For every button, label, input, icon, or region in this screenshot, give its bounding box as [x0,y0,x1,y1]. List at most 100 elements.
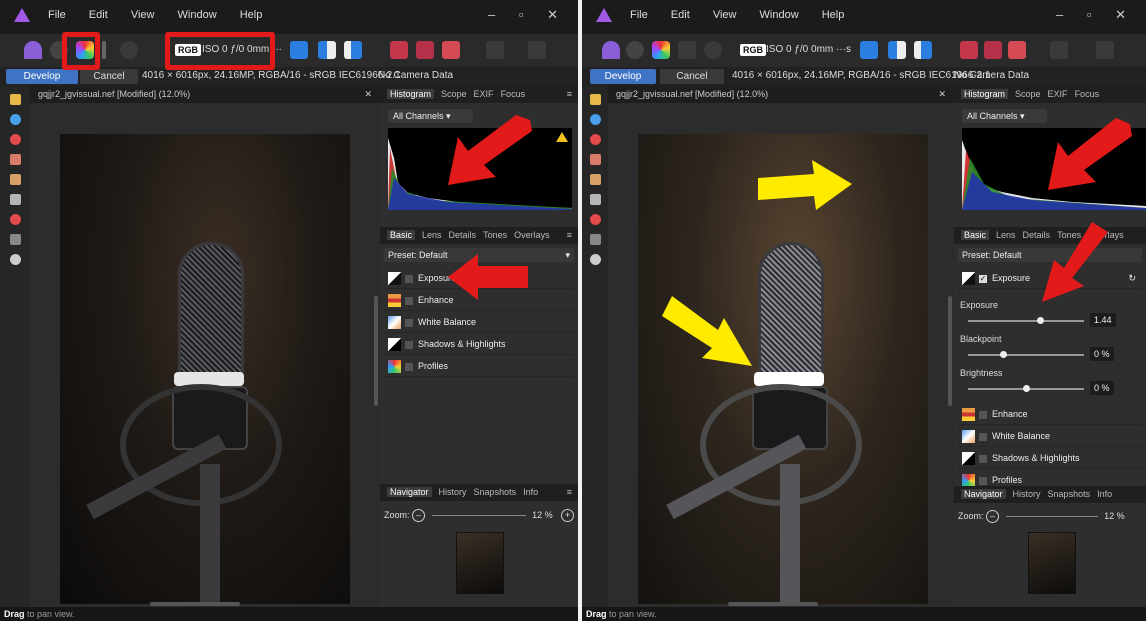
photo-canvas[interactable] [60,134,350,604]
tab-basic[interactable]: Basic [961,230,990,240]
white-balance-tool-icon[interactable] [590,254,601,265]
zoom-out-icon[interactable]: – [412,509,426,522]
tab-history[interactable]: History [1013,489,1041,499]
menu-file[interactable]: File [630,9,648,21]
crop-tool-icon[interactable] [10,234,21,245]
crop-tool-icon[interactable] [590,234,601,245]
tab-scope[interactable]: Scope [441,89,467,99]
tone-mapping-icon[interactable] [678,41,696,59]
assistant-icon[interactable] [1096,41,1114,59]
vertical-scrollbar[interactable] [374,296,378,406]
zoom-value[interactable]: 12 % [1104,511,1125,521]
enhance-checkbox[interactable] [405,296,413,305]
blemish-tool-icon[interactable] [10,154,21,165]
shadows-highlights-checkbox[interactable] [405,340,413,349]
white-balance-checkbox[interactable] [405,318,413,327]
gradient-tool-icon[interactable] [10,214,21,225]
enhance-checkbox[interactable] [979,410,987,419]
tab-tones[interactable]: Tones [483,230,507,240]
horizontal-scrollbar[interactable] [728,602,818,606]
navigator-thumbnail[interactable] [1028,532,1076,594]
shadows-highlights-row[interactable]: Shadows & Highlights [958,448,1142,469]
red-eye-tool-icon[interactable] [10,134,21,145]
brightness-slider-knob[interactable] [1023,385,1030,392]
tab-snapshots[interactable]: Snapshots [1048,489,1091,499]
tab-navigator[interactable]: Navigator [961,489,1006,499]
tab-histogram[interactable]: Histogram [961,89,1009,99]
menu-view[interactable]: View [131,9,155,21]
clipped-tones-icon[interactable] [1008,41,1026,59]
exposure-value[interactable]: 1.44 [1090,313,1116,327]
exposure-slider[interactable] [968,317,1084,324]
blackpoint-value[interactable]: 0 % [1090,347,1114,361]
document-tab[interactable]: gqjjr2_jgvissual.nef [Modified] (12.0%) ✕ [30,86,380,103]
zoom-tool-icon[interactable] [590,114,601,125]
split-view-icon[interactable] [860,41,878,59]
blemish-tool-icon[interactable] [590,154,601,165]
brightness-value[interactable]: 0 % [1090,381,1114,395]
tab-focus[interactable]: Focus [1075,89,1100,99]
cancel-button[interactable]: Cancel [80,69,138,84]
menu-window[interactable]: Window [178,9,217,21]
brightness-slider[interactable] [968,385,1084,392]
menu-help[interactable]: Help [822,9,845,21]
document-tab[interactable]: gqjjr2_jgvissual.nef [Modified] (12.0%) ✕ [608,86,954,103]
persona-develop-icon[interactable] [652,41,670,59]
info-icon[interactable] [1050,41,1068,59]
zoom-tool-icon[interactable] [10,114,21,125]
hand-tool-icon[interactable] [10,94,21,105]
zoom-out-icon[interactable]: – [986,510,1000,523]
tab-snapshots[interactable]: Snapshots [474,487,517,497]
panel-menu-icon[interactable]: ≡ [567,86,572,103]
profiles-checkbox[interactable] [979,476,987,485]
tab-basic[interactable]: Basic [387,230,416,240]
shadows-highlights-row[interactable]: Shadows & Highlights [384,334,574,355]
overlay-erase-tool-icon[interactable] [590,194,601,205]
profiles-checkbox[interactable] [405,362,413,371]
blackpoint-slider[interactable] [968,351,1084,358]
menu-window[interactable]: Window [760,9,799,21]
close-document-icon[interactable]: ✕ [364,86,372,103]
profiles-row[interactable]: Profiles [384,356,574,377]
tab-navigator[interactable]: Navigator [387,487,432,497]
tab-histogram[interactable]: Histogram [387,89,435,99]
white-balance-checkbox[interactable] [979,432,987,441]
tab-scope[interactable]: Scope [1015,89,1041,99]
shadows-highlights-checkbox[interactable] [979,454,987,463]
develop-button[interactable]: Develop [590,69,656,84]
tab-lens[interactable]: Lens [422,230,442,240]
exposure-checkbox[interactable] [405,274,413,283]
clipped-shadows-icon[interactable] [416,41,434,59]
menu-edit[interactable]: Edit [671,9,690,21]
tab-info[interactable]: Info [523,487,538,497]
menu-edit[interactable]: Edit [89,9,108,21]
zoom-slider[interactable] [431,515,526,516]
overlay-paint-tool-icon[interactable] [590,174,601,185]
menu-file[interactable]: File [48,9,66,21]
develop-button[interactable]: Develop [6,69,78,84]
tab-lens[interactable]: Lens [996,230,1016,240]
zoom-in-icon[interactable]: + [561,509,575,522]
compare-view-icon[interactable] [914,41,932,59]
red-eye-tool-icon[interactable] [590,134,601,145]
exposure-checkbox-checked[interactable]: ✓ [979,274,987,283]
menu-help[interactable]: Help [240,9,263,21]
persona-liquify-icon[interactable] [626,41,644,59]
persona-photo-icon[interactable] [602,41,620,59]
close-document-icon[interactable]: ✕ [938,86,946,103]
menu-view[interactable]: View [713,9,737,21]
horizontal-scrollbar[interactable] [150,602,240,606]
tab-overlays[interactable]: Overlays [514,230,550,240]
mirror-view-icon[interactable] [888,41,906,59]
window-controls[interactable]: – ▫ ✕ [1056,7,1136,23]
panel-menu-icon[interactable]: ≡ [567,484,572,501]
assistant-icon[interactable] [528,41,546,59]
share-icon[interactable] [704,41,722,59]
overlay-paint-tool-icon[interactable] [10,174,21,185]
compare-view-icon[interactable] [344,41,362,59]
vertical-scrollbar[interactable] [948,296,952,406]
reset-icon[interactable]: ↻ [1128,268,1136,288]
hand-tool-icon[interactable] [590,94,601,105]
clipped-shadows-icon[interactable] [984,41,1002,59]
tab-focus[interactable]: Focus [501,89,526,99]
